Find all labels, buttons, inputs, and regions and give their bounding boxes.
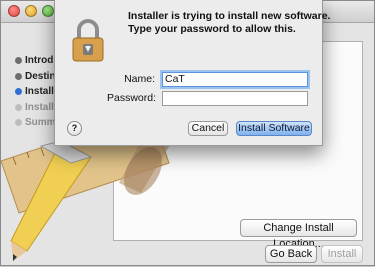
password-label: Password:	[107, 92, 157, 104]
zoom-window-button[interactable]	[42, 5, 54, 17]
password-input[interactable]	[162, 91, 308, 106]
auth-message-line1: Installer is trying to install new softw…	[128, 10, 331, 22]
install-software-button[interactable]: Install Software	[236, 121, 312, 136]
lock-icon	[72, 19, 104, 62]
auth-message: Installer is trying to install new softw…	[128, 10, 330, 36]
go-back-button[interactable]: Go Back	[265, 245, 317, 263]
step-dot-icon	[15, 88, 22, 95]
auth-message-line2: Type your password to allow this.	[128, 23, 296, 35]
minimize-window-button[interactable]	[25, 5, 37, 17]
authentication-dialog: Installer is trying to install new softw…	[54, 0, 330, 146]
step-dot-icon	[15, 72, 22, 80]
change-install-location-button[interactable]: Change Install Location...	[240, 219, 357, 250]
help-button[interactable]: ?	[67, 121, 82, 136]
cancel-button[interactable]: Cancel	[188, 121, 228, 136]
name-input[interactable]: CaT	[162, 72, 308, 87]
name-label: Name:	[124, 73, 155, 85]
close-window-button[interactable]	[8, 5, 20, 17]
install-button[interactable]: Install	[321, 245, 363, 263]
step-dot-icon	[15, 57, 22, 64]
